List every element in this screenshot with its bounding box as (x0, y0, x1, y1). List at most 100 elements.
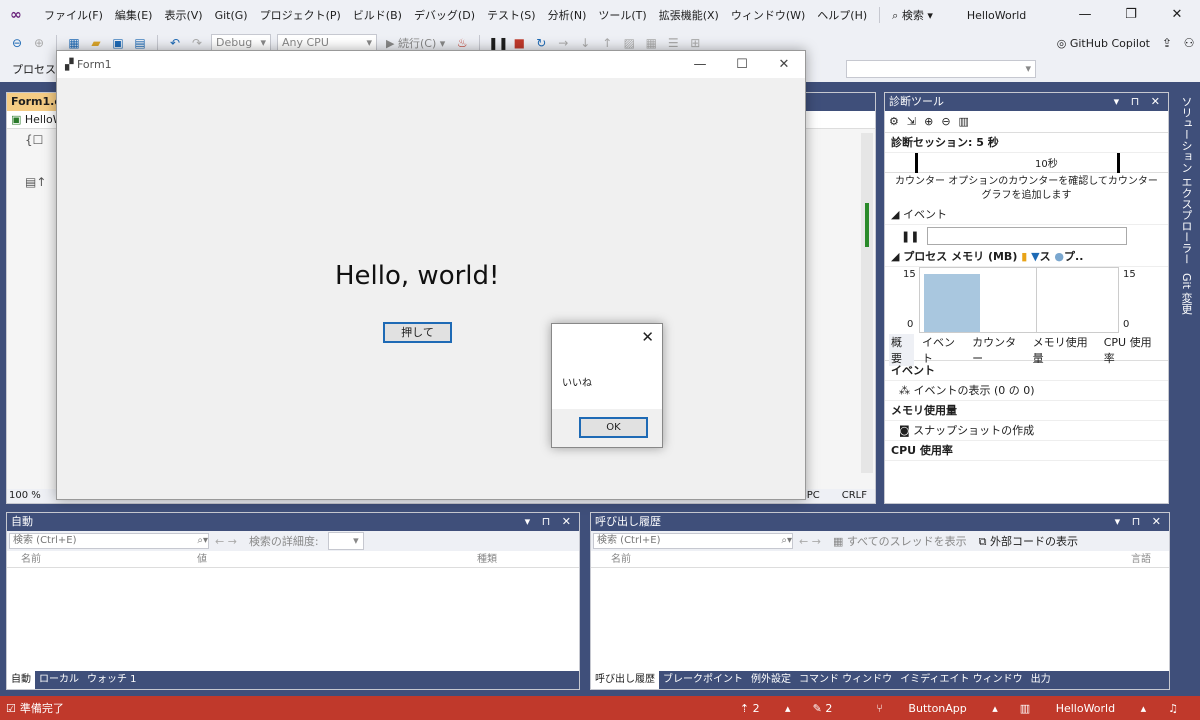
message-text: いいね (562, 378, 592, 389)
menu-build[interactable]: ビルド(B) (347, 7, 408, 23)
show-external-code-button[interactable]: ⧉ 外部コードの表示 (973, 533, 1084, 549)
external-code-icon: ⧉ (978, 535, 990, 548)
push-button[interactable]: 押して (383, 322, 452, 343)
pending-changes[interactable]: ✎ 2 (813, 702, 855, 715)
pane-controls[interactable]: ▾ ⊓ ✕ (1115, 513, 1169, 531)
process-label: プロセス (12, 63, 56, 76)
events-icon: ⁂ (899, 384, 914, 397)
show-all-threads-button[interactable]: ▦ すべてのスレッドを表示 (827, 533, 973, 549)
memory-area (924, 274, 980, 332)
search-icon: ⌕▾ (781, 535, 792, 546)
col-language[interactable]: 言語 (1131, 551, 1161, 567)
maximize-icon[interactable]: ☐ (721, 57, 763, 72)
tab-output[interactable]: 出力 (1027, 671, 1055, 689)
col-value[interactable]: 値 (197, 551, 477, 567)
minimize-icon[interactable]: — (679, 57, 721, 72)
counter-hint: カウンター オプションのカウンターを確認してカウンター グラフを追加します (895, 176, 1158, 201)
form1-titlebar[interactable]: ▞ Form1 — ☐ ✕ (57, 51, 805, 78)
line-ending[interactable]: CRLF (842, 489, 867, 503)
menu-tools[interactable]: ツール(T) (592, 7, 652, 23)
tab-immediate-window[interactable]: イミディエイト ウィンドウ (896, 671, 1026, 689)
show-events-link[interactable]: ⁂ イベントの表示 (0 の 0) (885, 381, 1168, 401)
menu-debug[interactable]: デバッグ(D) (408, 7, 481, 23)
tab-autos[interactable]: 自動 (7, 671, 35, 689)
search-nav-icon[interactable]: ← → (793, 535, 827, 548)
memory-chart[interactable]: 15 0 15 0 (885, 267, 1168, 333)
menu-git[interactable]: Git(G) (209, 9, 254, 22)
notifications-icon[interactable]: ♫ (1168, 702, 1178, 715)
tab-command-window[interactable]: コマンド ウィンドウ (795, 671, 896, 689)
tab-callstack[interactable]: 呼び出し履歴 (591, 671, 659, 689)
stack-frame-dropdown[interactable]: ▾ (846, 60, 1036, 78)
gc-marker-icon: ▼ (1031, 250, 1040, 263)
autos-pane: 自動 ▾ ⊓ ✕ 検索 (Ctrl+E) ⌕▾ ← → 検索の詳細度: ▾ 名前 値… (6, 512, 580, 690)
menu-analyze[interactable]: 分析(N) (542, 7, 593, 23)
close-icon[interactable]: ✕ (1154, 0, 1200, 30)
col-name[interactable]: 名前 (7, 551, 197, 567)
diagnostics-title: 診断ツール (889, 95, 944, 108)
branch-selector[interactable]: ⑂ ButtonApp ▴ (876, 702, 997, 715)
search-depth-dropdown[interactable]: ▾ (327, 532, 364, 550)
tab-locals[interactable]: ローカル (35, 671, 83, 689)
tab-watch1[interactable]: ウォッチ 1 (83, 671, 141, 689)
menu-window[interactable]: ウィンドウ(W) (725, 7, 811, 23)
menu-project[interactable]: プロジェクト(P) (254, 7, 347, 23)
col-name[interactable]: 名前 (591, 551, 1131, 567)
close-icon[interactable]: ✕ (763, 57, 805, 72)
editor-scrollbar[interactable] (861, 133, 873, 473)
timeline-ruler[interactable]: 10秒 (885, 153, 1168, 173)
minimize-icon[interactable]: — (1062, 0, 1108, 30)
form1-window[interactable]: ▞ Form1 — ☐ ✕ Hello, world! 押して (56, 50, 806, 500)
menu-edit[interactable]: 編集(E) (109, 7, 159, 23)
solution-explorer-tab[interactable]: ソリューション エクスプローラー (1172, 92, 1200, 269)
continue-button[interactable]: ▶ 続行(C) ▾ (380, 35, 451, 51)
repo-selector[interactable]: ▥ HelloWorld ▴ (1020, 702, 1146, 715)
zoom-in-icon[interactable]: ⊕ (924, 115, 933, 128)
copilot-button[interactable]: ◎ GitHub Copilot (1051, 37, 1156, 50)
ok-button[interactable]: OK (579, 417, 648, 438)
menu-bar: ∞ ファイル(F) 編集(E) 表示(V) Git(G) プロジェクト(P) ビ… (0, 0, 1200, 30)
col-type[interactable]: 種類 (477, 551, 567, 567)
settings-gear-icon[interactable]: ⚙ (889, 115, 899, 128)
autos-title: 自動 (11, 515, 33, 528)
select-tools-icon[interactable]: ⇲ (907, 115, 916, 128)
side-tabs: ソリューション エクスプローラー Git 変更 (1172, 92, 1196, 392)
callstack-title: 呼び出し履歴 (595, 515, 661, 528)
pane-controls[interactable]: ▾ ⊓ ✕ (525, 513, 579, 531)
pause-icon[interactable]: ❚❚ (901, 230, 919, 243)
tab-breakpoints[interactable]: ブレークポイント (659, 671, 747, 689)
menu-extensions[interactable]: 拡張機能(X) (653, 7, 725, 23)
tab-exception-settings[interactable]: 例外設定 (747, 671, 795, 689)
form1-title: Form1 (76, 58, 112, 71)
autos-search-input[interactable]: 検索 (Ctrl+E) ⌕▾ (9, 533, 209, 549)
tab-memory[interactable]: メモリ使用量 (1033, 334, 1096, 366)
share-icon[interactable]: ⇪ (1158, 34, 1176, 52)
menu-test[interactable]: テスト(S) (481, 7, 542, 23)
menu-help[interactable]: ヘルプ(H) (811, 7, 873, 23)
snapshot-link[interactable]: ◙ スナップショットの作成 (885, 421, 1168, 441)
callstack-search-input[interactable]: 検索 (Ctrl+E) ⌕▾ (593, 533, 793, 549)
menu-view[interactable]: 表示(V) (158, 7, 208, 23)
autos-columns: 名前 値 種類 (7, 551, 579, 568)
forward-icon[interactable]: ⊕ (30, 34, 48, 52)
message-box[interactable]: ✕ いいね OK (551, 323, 663, 448)
git-changes-tab[interactable]: Git 変更 (1172, 269, 1200, 318)
account-icon[interactable]: ⚇ (1180, 34, 1198, 52)
repo-icon: ▥ (1019, 701, 1034, 715)
push-count[interactable]: ⇡ 2 ▴ (740, 702, 791, 715)
restore-icon[interactable]: ❐ (1108, 0, 1154, 30)
close-icon[interactable]: ✕ (641, 328, 654, 346)
diagnostics-session: 診断セッション: 5 秒 (885, 133, 1168, 153)
search-back-icon[interactable]: ← → (209, 535, 243, 548)
tab-cpu[interactable]: CPU 使用率 (1104, 334, 1160, 366)
status-ready: 準備完了 (19, 702, 64, 715)
zoom-level[interactable]: 100 % (9, 489, 41, 503)
search-button[interactable]: ⌕ 検索 ▾ (886, 7, 939, 23)
back-icon[interactable]: ⊖ (8, 34, 26, 52)
chart-icon[interactable]: ▥ (959, 115, 969, 128)
menu-file[interactable]: ファイル(F) (38, 7, 109, 23)
zoom-out-icon[interactable]: ⊖ (941, 115, 950, 128)
tab-counters[interactable]: カウンター (972, 334, 1025, 366)
snapshot-marker-icon: ▮ (1021, 250, 1028, 263)
pane-controls[interactable]: ▾ ⊓ ✕ (1114, 93, 1168, 111)
